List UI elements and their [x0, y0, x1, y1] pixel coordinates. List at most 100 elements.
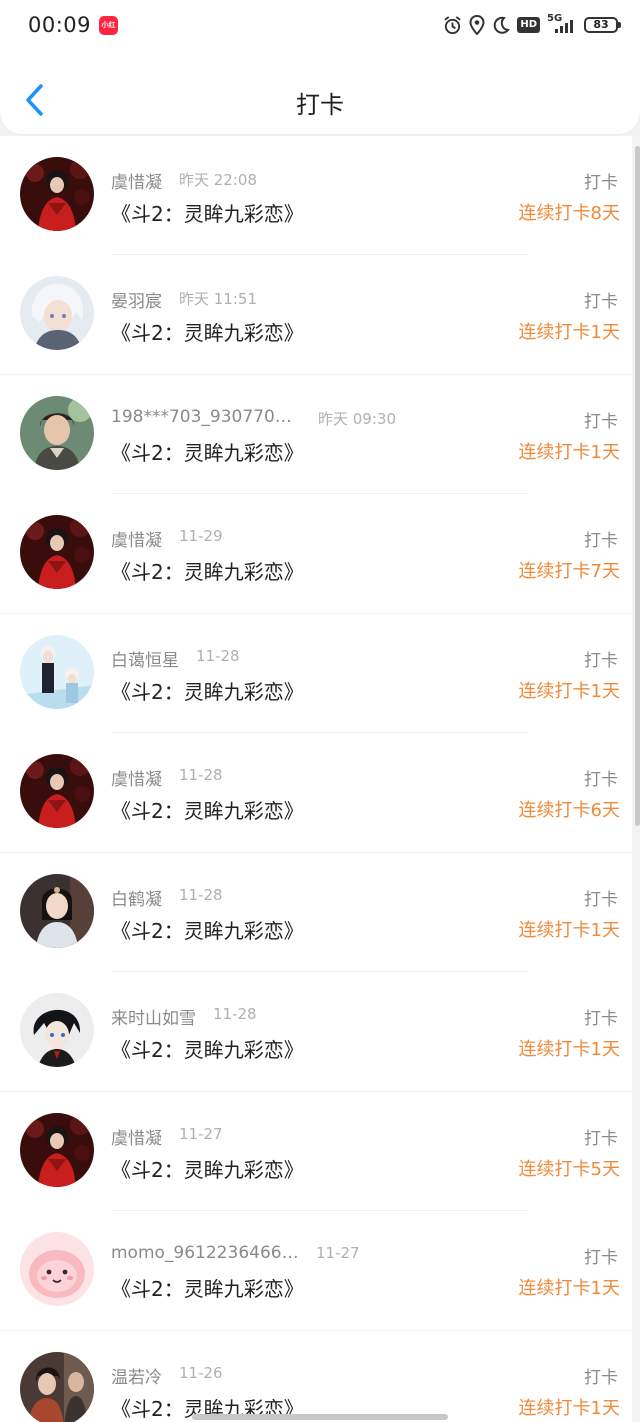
streak-count: 连续打卡8天 [518, 203, 620, 224]
checkin-date: 11-28 [213, 1005, 257, 1023]
avatar[interactable] [20, 515, 94, 589]
record-group: 白蔼恒星 11-28 《斗2：灵眸九彩恋》 打卡 连续打卡1天 虞惜凝 11-28 《斗2：灵… [0, 614, 632, 852]
young-man-portrait-image [20, 396, 94, 470]
checkin-date: 11-28 [179, 886, 223, 904]
home-indicator[interactable] [192, 1414, 448, 1420]
checkin-action-label: 打卡 [584, 1368, 618, 1388]
record-group: 198***703_9307707… 昨天 09:30 《斗2：灵眸九彩恋》 打卡连续… [0, 375, 632, 613]
red-dress-portrait-image [20, 1113, 94, 1187]
page-title: 打卡 [296, 91, 344, 119]
white-hair-anime-portrait-image [20, 276, 94, 350]
checkin-action-label: 打卡 [584, 651, 618, 671]
anime-duo-portrait-image [20, 635, 94, 709]
checkin-date: 11-28 [179, 766, 223, 784]
checkin-date: 昨天 09:30 [318, 410, 396, 428]
checkin-book-title[interactable]: 《斗2：灵眸九彩恋》 [111, 915, 304, 944]
streak-count: 连续打卡5天 [518, 1159, 620, 1180]
user-name[interactable]: 白蔼恒星 [111, 646, 179, 671]
red-dress-portrait-image [20, 515, 94, 589]
checkin-record[interactable]: 白鹤凝 11-28 《斗2：灵眸九彩恋》 打卡连续打卡1天 [0, 853, 632, 972]
user-name[interactable]: 白鹤凝 [111, 885, 162, 910]
checkin-date: 11-27 [179, 1125, 223, 1143]
checkin-list[interactable]: 虞惜凝 昨天 22:08 《斗2：灵眸九彩恋》 打卡 连续打卡8天 晏羽宸 昨天 11:51… [0, 136, 632, 1422]
checkin-book-title[interactable]: 《斗2：灵眸九彩恋》 [111, 198, 304, 227]
checkin-date: 11-26 [179, 1364, 223, 1382]
checkin-book-title[interactable]: 《斗2：灵眸九彩恋》 [111, 1034, 304, 1063]
checkin-book-title[interactable]: 《斗2：灵眸九彩恋》 [111, 1273, 304, 1302]
dark-hair-anime-portrait-image [20, 993, 94, 1067]
avatar[interactable] [20, 396, 94, 470]
checkin-record[interactable]: 虞惜凝 11-27 《斗2：灵眸九彩恋》 打卡连续打卡5天 [0, 1092, 632, 1211]
checkin-date: 11-27 [316, 1244, 360, 1262]
avatar[interactable] [20, 754, 94, 828]
avatar[interactable] [20, 276, 94, 350]
user-name[interactable]: 来时山如雪 [111, 1004, 196, 1029]
checkin-action-label: 打卡 [584, 412, 618, 432]
checkin-book-title[interactable]: 《斗2：灵眸九彩恋》 [111, 795, 304, 824]
record-group: 温若冷 11-26 《斗2：灵眸九彩恋》 打卡 连续打卡1天 [0, 1331, 632, 1422]
avatar[interactable] [20, 1232, 94, 1306]
user-name[interactable]: 198***703_9307707… [111, 407, 301, 427]
user-name[interactable]: 虞惜凝 [111, 1124, 162, 1149]
checkin-date: 11-29 [179, 527, 223, 545]
checkin-action-label: 打卡 [584, 890, 618, 910]
checkin-record[interactable]: 晏羽宸 昨天 11:51 《斗2：灵眸九彩恋》 打卡连续打卡1天 [0, 255, 632, 374]
streak-count: 连续打卡7天 [518, 561, 620, 582]
status-icons: HD 5G 83 [443, 13, 621, 36]
user-name[interactable]: momo_9612236466… [111, 1243, 299, 1263]
streak-count: 连续打卡1天 [518, 920, 620, 941]
record-group: 白鹤凝 11-28 《斗2：灵眸九彩恋》 打卡 连续打卡1天 来时山如雪 11-28 《斗2：… [0, 853, 632, 1091]
checkin-book-title[interactable]: 《斗2：灵眸九彩恋》 [111, 556, 304, 585]
pink-cartoon-portrait-image [20, 1232, 94, 1306]
streak-count: 连续打卡1天 [518, 1278, 620, 1299]
checkin-action-label: 打卡 [584, 1129, 618, 1149]
scrollbar[interactable] [635, 146, 640, 826]
avatar[interactable] [20, 1113, 94, 1187]
user-name[interactable]: 虞惜凝 [111, 168, 162, 193]
streak-count: 连续打卡1天 [518, 442, 620, 463]
status-bar: 00:09 小红书 HD 5G 83 [0, 0, 640, 52]
checkin-record[interactable]: 白蔼恒星 11-28 《斗2：灵眸九彩恋》 打卡连续打卡1天 [0, 614, 632, 733]
ancient-costume-portrait-image [20, 874, 94, 948]
streak-count: 连续打卡1天 [518, 681, 620, 702]
nav-header: 打卡 [0, 52, 640, 134]
record-group: 虞惜凝 昨天 22:08 《斗2：灵眸九彩恋》 打卡 连续打卡8天 晏羽宸 昨天 11:51… [0, 136, 632, 374]
checkin-record[interactable]: 温若冷 11-26 《斗2：灵眸九彩恋》 打卡 连续打卡1天 [0, 1331, 632, 1422]
checkin-record[interactable]: 198***703_9307707… 昨天 09:30 《斗2：灵眸九彩恋》 打卡连续… [0, 375, 632, 494]
user-name[interactable]: 温若冷 [111, 1363, 162, 1388]
checkin-action-label: 打卡 [584, 173, 618, 193]
checkin-action-label: 打卡 [584, 1248, 618, 1268]
checkin-action-label: 打卡 [584, 770, 618, 790]
checkin-record[interactable]: 虞惜凝 11-29 《斗2：灵眸九彩恋》 打卡 连续打卡7天 [0, 494, 632, 613]
streak-count: 连续打卡1天 [518, 322, 620, 343]
checkin-record[interactable]: 来时山如雪 11-28 《斗2：灵眸九彩恋》 打卡 连续打卡1天 [0, 972, 632, 1091]
battery-icon: 83 [584, 17, 621, 33]
checkin-book-title[interactable]: 《斗2：灵眸九彩恋》 [111, 437, 304, 466]
user-name[interactable]: 虞惜凝 [111, 526, 162, 551]
avatar[interactable] [20, 993, 94, 1067]
checkin-book-title[interactable]: 《斗2：灵眸九彩恋》 [111, 1154, 304, 1183]
checkin-date: 昨天 11:51 [179, 290, 257, 308]
alarm-icon [443, 15, 462, 35]
hd-icon: HD [517, 17, 540, 33]
checkin-action-label: 打卡 [584, 292, 618, 312]
checkin-date: 11-28 [196, 647, 240, 665]
checkin-record[interactable]: 虞惜凝 11-28 《斗2：灵眸九彩恋》 打卡连续打卡6天 [0, 733, 632, 852]
user-name[interactable]: 晏羽宸 [111, 287, 162, 312]
checkin-record[interactable]: momo_9612236466… 11-27 《斗2：灵眸九彩恋》 打卡连续打卡1天 [0, 1211, 632, 1330]
location-icon [469, 15, 485, 35]
avatar[interactable] [20, 157, 94, 231]
costume-drama-portrait-image [20, 1352, 94, 1422]
user-name[interactable]: 虞惜凝 [111, 765, 162, 790]
streak-count: 连续打卡6天 [518, 800, 620, 821]
checkin-action-label: 打卡 [584, 1009, 618, 1029]
checkin-record[interactable]: 虞惜凝 昨天 22:08 《斗2：灵眸九彩恋》 打卡 连续打卡8天 [0, 136, 632, 255]
signal-icon: 5G [547, 13, 577, 35]
red-dress-portrait-image [20, 157, 94, 231]
avatar[interactable] [20, 1352, 94, 1422]
checkin-book-title[interactable]: 《斗2：灵眸九彩恋》 [111, 676, 304, 705]
avatar[interactable] [20, 874, 94, 948]
avatar[interactable] [20, 635, 94, 709]
streak-count: 连续打卡1天 [518, 1398, 620, 1419]
checkin-book-title[interactable]: 《斗2：灵眸九彩恋》 [111, 317, 304, 346]
